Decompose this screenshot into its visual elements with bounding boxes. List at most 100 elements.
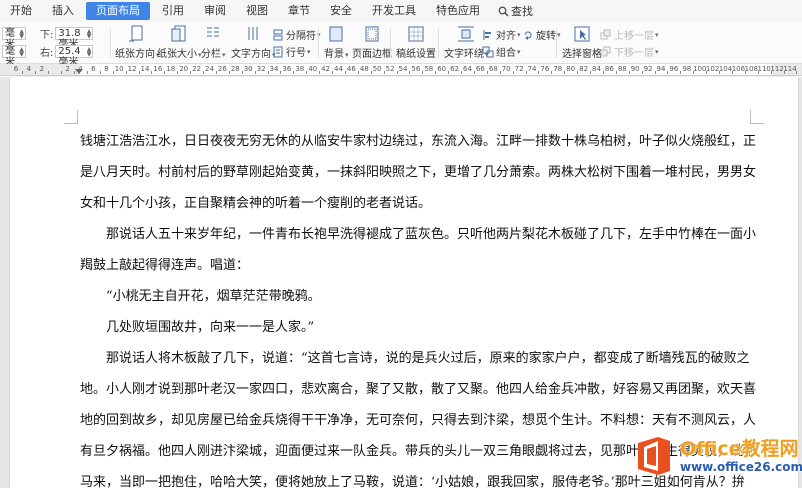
ruler-number: 110 [757, 65, 771, 73]
margin-right-input[interactable]: 25.4 毫米 ▲ ▼ [55, 45, 94, 68]
tab-developer[interactable]: 开发工具 [362, 2, 426, 20]
ruler-tick [370, 71, 372, 74]
line-number-button[interactable]: 行号 ▾ [272, 44, 311, 59]
ruler-number: 92 [643, 65, 653, 73]
columns-button[interactable]: 分栏▾ [201, 25, 226, 60]
ruler-tick [228, 71, 230, 74]
tab-chapter[interactable]: 章节 [278, 2, 320, 20]
tab-view[interactable]: 视图 [236, 2, 278, 20]
ruler-number: 114 [783, 65, 797, 73]
spin-arrows-icon[interactable]: ▲ ▼ [87, 29, 92, 40]
tab-page-layout[interactable]: 页面布局 [86, 2, 150, 20]
margin-unit-input[interactable]: 毫米 ▲ ▼ [2, 45, 26, 68]
ruler-number: 52 [385, 65, 395, 73]
send-backward-icon [600, 46, 611, 56]
ruler-tick [177, 71, 179, 74]
tab-references[interactable]: 引用 [152, 2, 194, 20]
tab-review[interactable]: 审阅 [194, 2, 236, 20]
ruler-number: 38 [295, 65, 305, 73]
rotate-icon [524, 31, 532, 40]
tab-insert[interactable]: 插入 [42, 2, 84, 20]
ruler-tick [615, 71, 617, 74]
bring-forward-icon [600, 29, 611, 39]
align-button[interactable]: 对齐 ▾ [482, 27, 521, 42]
ruler-number: 86 [604, 65, 614, 73]
indent-marker-icon[interactable] [75, 69, 83, 74]
ruler-tick [551, 71, 553, 74]
divider [438, 28, 439, 58]
spin-arrows-icon[interactable]: ▲ ▼ [19, 47, 24, 58]
ruler-tick [383, 71, 385, 74]
ruler-number: 14 [140, 65, 150, 73]
ruler-tick [486, 71, 488, 74]
margin-unit-field[interactable]: 毫米 ▲ ▼ [2, 45, 26, 68]
site-watermark: Office教程网 www.office26.com [634, 425, 802, 487]
selection-pane-button[interactable]: 选择窗格 [562, 25, 602, 60]
spin-arrows-icon[interactable]: ▲ ▼ [19, 29, 24, 40]
ruler-number: 50 [372, 65, 382, 73]
ruler-number: 58 [424, 65, 434, 73]
send-backward-button[interactable]: 下移一层 ▾ [600, 44, 659, 59]
background-icon [329, 26, 343, 42]
ruler-number: 78 [553, 65, 563, 73]
divider [110, 28, 111, 58]
ruler-tick [267, 71, 269, 74]
ruler-tick [512, 71, 514, 74]
tab-features[interactable]: 特色应用 [426, 2, 490, 20]
ruler-number: 34 [269, 65, 279, 73]
paper-size-button[interactable]: 纸张大小▾ [157, 25, 202, 60]
margin-right-field[interactable]: 右: 25.4 毫米 ▲ ▼ [40, 45, 94, 68]
ruler-number: 56 [411, 65, 421, 73]
separator-button[interactable]: 分隔符▾ [272, 27, 321, 42]
watermark-title: Office教程网 [680, 437, 799, 460]
ruler-number: 74 [527, 65, 537, 73]
spin-arrows-icon[interactable]: ▲ ▼ [87, 47, 92, 58]
ruler-tick [61, 71, 63, 74]
ruler-number: 32 [256, 65, 266, 73]
ruler-number: 88 [617, 65, 627, 73]
tab-home[interactable]: 开始 [0, 2, 42, 20]
ruler-tick [112, 71, 114, 74]
ruler-tick [628, 71, 630, 74]
selection-pane-icon [574, 26, 590, 42]
ruler-number: 4 [26, 65, 32, 73]
text-direction-button[interactable]: 文字方向▾ [231, 25, 276, 60]
ruler-number: 100 [693, 65, 707, 73]
page-border-button[interactable]: 页面边框 [352, 25, 392, 60]
menu-bar: 开始 插入 页面布局 引用 审阅 视图 章节 安全 开发工具 特色应用 查找 [0, 0, 802, 22]
rotate-button[interactable]: 旋转 ▾ [522, 27, 561, 42]
ruler-number: 36 [282, 65, 292, 73]
ruler-tick [409, 71, 411, 74]
ruler-number: 96 [669, 65, 679, 73]
ruler-tick [22, 71, 24, 74]
ruler-tick [590, 71, 592, 74]
align-icon [483, 29, 491, 40]
ruler-tick [796, 71, 798, 74]
ruler-number: 2 [39, 65, 45, 73]
margin-left-input[interactable]: 毫米▲▼ [2, 27, 26, 50]
paper-direction-button[interactable]: 纸张方向▾ [115, 25, 160, 60]
tab-security[interactable]: 安全 [320, 2, 362, 20]
ruler-number: 62 [450, 65, 460, 73]
ruler-tick [499, 71, 501, 74]
ruler-number: 80 [566, 65, 576, 73]
page-orientation-icon [129, 25, 143, 42]
ruler-number: 18 [166, 65, 176, 73]
group-button[interactable]: 组合 ▾ [482, 44, 521, 59]
margin-left-field[interactable]: 毫米▲▼ [2, 27, 26, 50]
manuscript-settings-button[interactable]: 稿纸设置 [396, 25, 436, 60]
horizontal-ruler[interactable]: 6 4 2 2 4 6 8 10 12 14 16 18 20 22 24 26 28 30 32 34 36 38 40 4… [0, 64, 802, 76]
ruler-number: 10 [114, 65, 124, 73]
background-button[interactable]: 背景▾ [324, 25, 349, 60]
bring-forward-button[interactable]: 上移一层 ▾ [600, 27, 659, 42]
ruler-tick [48, 71, 50, 74]
ruler-number: 20 [179, 65, 189, 73]
margin-bottom-field[interactable]: 下: 31.8 毫米▲▼ [40, 27, 94, 50]
ruler-tick [680, 71, 682, 74]
ruler-tick [151, 71, 153, 74]
margin-bottom-input[interactable]: 31.8 毫米▲▼ [55, 27, 94, 50]
search-button[interactable]: 查找 [490, 3, 541, 19]
text-line: 那说话人五十来岁年纪，一件青布长袍早洗得褪成了蓝灰色。只听他两片梨花木板碰了几下… [80, 227, 756, 242]
text-line: 几处败垣围故井，向来一一是人家。” [80, 320, 315, 335]
text-line: 是八月天时。村前村后的野草刚起始变黄，一抹斜阳映照之下，更增了几分萧索。两株大松… [80, 165, 756, 180]
